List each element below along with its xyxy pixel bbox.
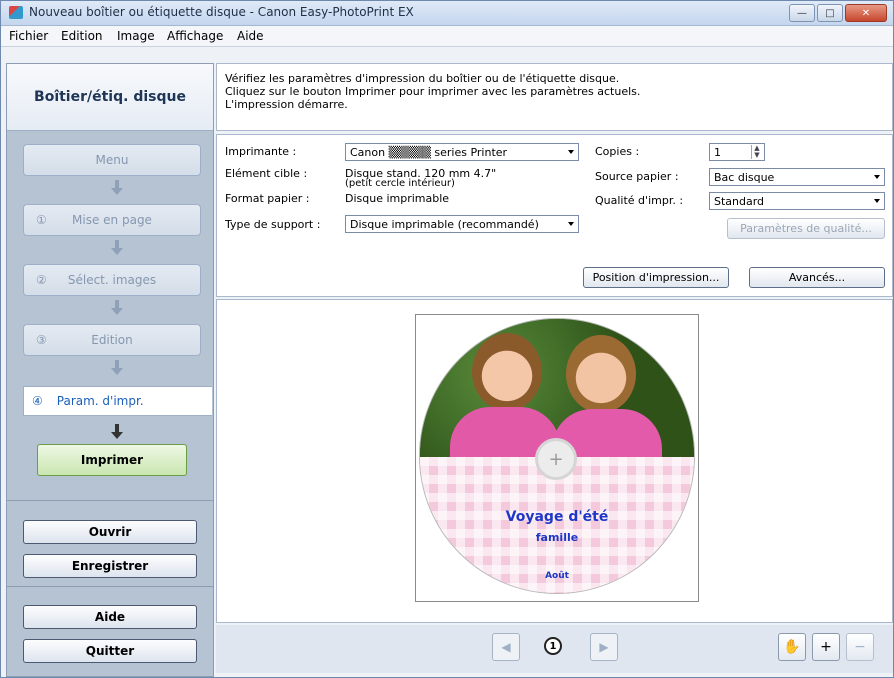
divider [7,586,213,587]
down-arrow-icon [111,360,123,375]
print-button[interactable]: Imprimer [37,444,187,476]
step-label: Mise en page [72,213,152,227]
sidebar-title: Boîtier/étiq. disque [7,64,213,131]
title-bar: Nouveau boîtier ou étiquette disque - Ca… [1,1,893,26]
menu-image[interactable]: Image [117,29,155,43]
chevron-down-icon [568,150,574,154]
menu-fichier[interactable]: Fichier [9,29,48,43]
paper-size-value: Disque imprimable [345,192,450,205]
target-value-detail: (petit cercle intérieur) [345,178,455,189]
chevron-down-icon [874,175,880,179]
window-title: Nouveau boîtier ou étiquette disque - Ca… [29,5,414,19]
step-number: ④ [32,394,43,408]
printer-value: Canon ▒▒▒▒▒ series Printer [350,145,508,159]
disc-hub-icon: + [535,438,577,480]
zoom-in-icon[interactable]: + [812,633,840,661]
save-button[interactable]: Enregistrer [23,554,197,578]
step-label: Menu [95,153,129,167]
copies-stepper[interactable]: 1 ▲ ▼ [709,143,765,161]
window-controls: — □ ✕ [789,4,887,22]
app-icon [9,6,23,19]
previous-page-icon[interactable]: ◀ [492,633,520,661]
help-button[interactable]: Aide [23,605,197,629]
copies-label: Copies : [595,145,640,158]
child-face-left [472,333,542,411]
printer-label: Imprimante : [225,145,297,158]
sidebar: Boîtier/étiq. disque Menu ① Mise en page… [6,63,214,677]
instruction-line: L'impression démarre. [225,98,348,111]
minimize-button[interactable]: — [789,4,815,22]
next-page-icon[interactable]: ▶ [590,633,618,661]
disc-footer: Août [545,571,569,581]
down-arrow-icon [111,240,123,255]
menu-bar: Fichier Edition Image Affichage Aide [1,26,893,47]
disc-subtitle: famille [535,531,579,544]
step-mise-en-page[interactable]: ① Mise en page [23,204,201,236]
media-type-select[interactable]: Disque imprimable (recommandé) [345,215,579,233]
media-type-label: Type de support : [225,218,321,231]
main-panel: Vérifiez les paramètres d'impression du … [216,63,893,675]
preview-toolbar: ◀ 1 ▶ ✋ + − [216,625,893,673]
quality-settings-button[interactable]: Paramètres de qualité... [727,218,885,239]
child-face-right [566,335,636,413]
print-position-button[interactable]: Position d'impression... [583,267,729,288]
menu-aide[interactable]: Aide [237,29,264,43]
down-arrow-icon [111,300,123,315]
step-param-impr[interactable]: ④ Param. d'impr. [23,386,212,416]
paper-source-select[interactable]: Bac disque [709,168,885,186]
page-number: 1 [544,637,562,655]
preview-page: + Voyage d'été famille Août [415,314,699,602]
app-window: Nouveau boîtier ou étiquette disque - Ca… [0,0,894,678]
maximize-button[interactable]: □ [817,4,843,22]
step-label: Sélect. images [67,273,157,287]
spinner-icon[interactable]: ▲ ▼ [751,145,762,159]
disc-label-preview: + Voyage d'été famille Août [419,318,695,594]
print-quality-label: Qualité d'impr. : [595,194,684,207]
paper-source-label: Source papier : [595,170,679,183]
hand-tool-icon[interactable]: ✋ [778,633,806,661]
step-label: Param. d'impr. [56,394,144,408]
advanced-button[interactable]: Avancés... [749,267,885,288]
open-button[interactable]: Ouvrir [23,520,197,544]
print-settings: Imprimante : Canon ▒▒▒▒▒ series Printer … [216,134,893,297]
down-arrow-icon [111,180,123,195]
menu-edition[interactable]: Edition [61,29,103,43]
target-label: Elément cible : [225,167,308,180]
chevron-down-icon [568,222,574,226]
menu-affichage[interactable]: Affichage [167,29,223,43]
quit-button[interactable]: Quitter [23,639,197,663]
disc-photo [420,319,694,457]
instructions: Vérifiez les paramètres d'impression du … [216,63,893,131]
media-type-value: Disque imprimable (recommandé) [350,217,539,231]
step-label: Edition [91,333,133,347]
print-quality-value: Standard [714,194,765,208]
step-menu[interactable]: Menu [23,144,201,176]
instruction-line: Cliquez sur le bouton Imprimer pour impr… [225,85,641,98]
instruction-line: Vérifiez les paramètres d'impression du … [225,72,620,85]
step-edition[interactable]: ③ Edition [23,324,201,356]
print-preview: + Voyage d'été famille Août [216,299,893,623]
down-arrow-icon [111,424,123,439]
divider [7,500,213,501]
close-button[interactable]: ✕ [845,4,887,22]
paper-source-value: Bac disque [714,170,775,184]
print-quality-select[interactable]: Standard [709,192,885,210]
chevron-down-icon [874,199,880,203]
paper-size-label: Format papier : [225,192,310,205]
copies-value: 1 [714,145,721,159]
disc-title: Voyage d'été [505,509,609,525]
zoom-out-icon[interactable]: − [846,633,874,661]
printer-select[interactable]: Canon ▒▒▒▒▒ series Printer [345,143,579,161]
step-select-images[interactable]: ② Sélect. images [23,264,201,296]
